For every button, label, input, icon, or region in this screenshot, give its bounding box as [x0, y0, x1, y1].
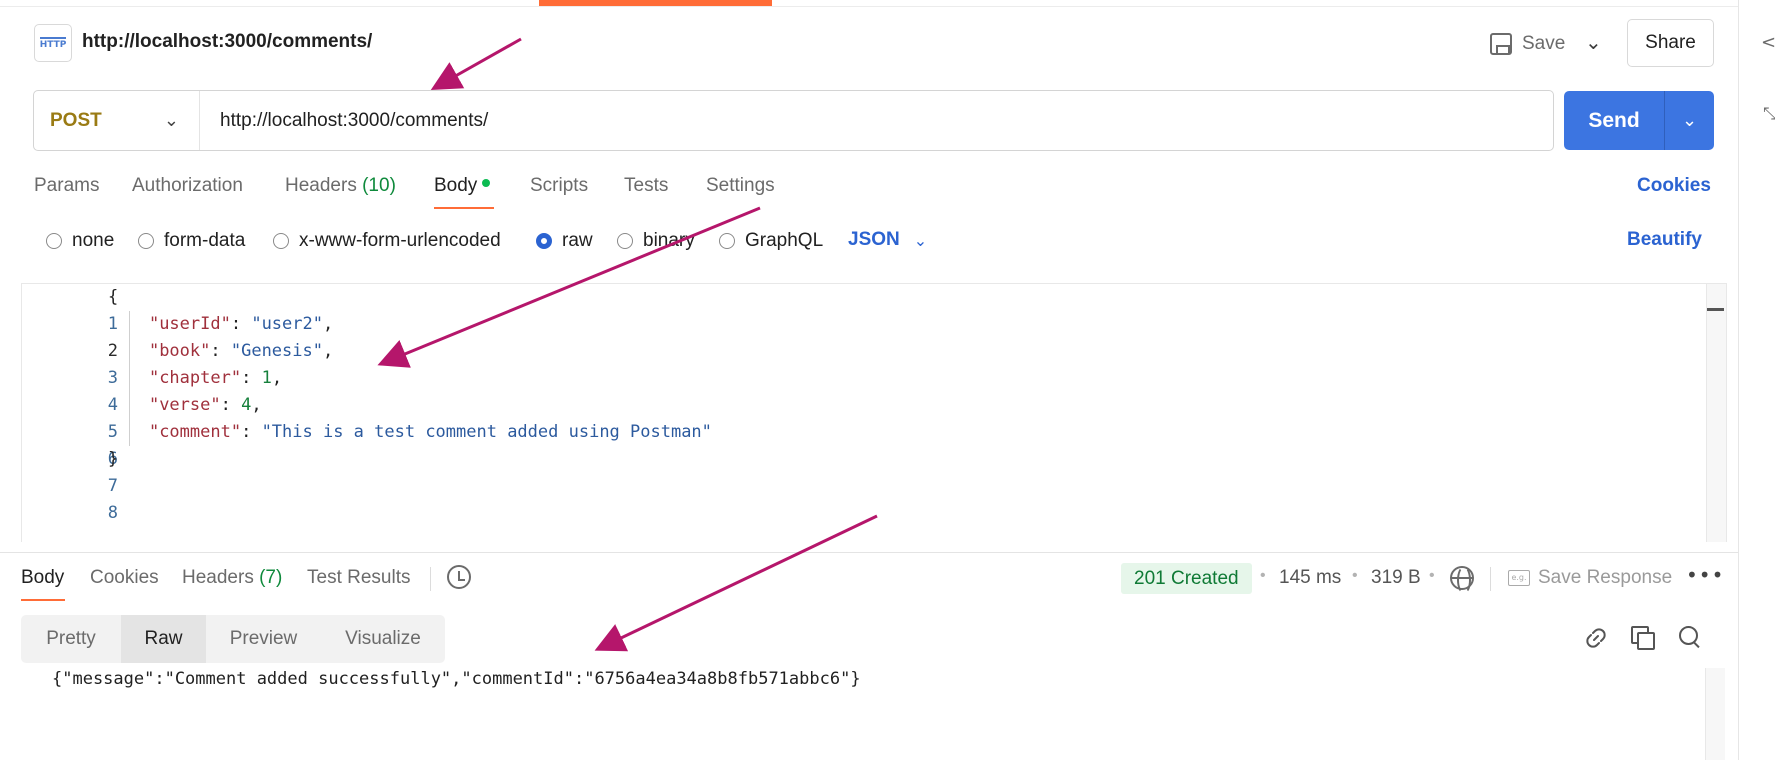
tab-tests[interactable]: Tests [624, 175, 668, 197]
status-badge[interactable]: 201 Created [1121, 563, 1252, 594]
response-body-underline [21, 599, 65, 601]
response-size[interactable]: 319 B [1371, 567, 1421, 589]
response-tab-body[interactable]: Body [21, 567, 64, 589]
meta-divider [1490, 567, 1491, 591]
copy-icon[interactable] [1631, 626, 1655, 650]
view-mode-pretty[interactable]: Pretty [21, 615, 121, 663]
code-line: 1 { [107, 287, 119, 334]
meta-separator: • [1429, 567, 1435, 584]
url-input[interactable] [200, 91, 1553, 150]
body-modified-dot [482, 178, 491, 187]
code-line: 3 "book": "Genesis", [107, 341, 334, 388]
share-button[interactable]: Share [1627, 19, 1714, 67]
save-button[interactable]: Save [1490, 27, 1565, 61]
radio-graphql[interactable]: GraphQL [719, 229, 823, 253]
response-tab-headers[interactable]: Headers (7) [182, 567, 282, 589]
view-mode-raw[interactable]: Raw [121, 615, 206, 663]
radio-urlencoded-circle [273, 233, 289, 249]
method-label: POST [50, 109, 102, 131]
tab-authorization[interactable]: Authorization [132, 175, 243, 197]
tab-scripts[interactable]: Scripts [530, 175, 588, 197]
code-line: 5 "verse": 4, [107, 395, 262, 442]
more-icon[interactable]: ••• [1686, 563, 1724, 587]
view-mode-switch: Pretty Raw Preview Visualize [21, 615, 445, 663]
globe-icon[interactable] [1450, 566, 1474, 594]
radio-raw-circle [536, 233, 552, 249]
url-bar: POST ⌄ [33, 90, 1554, 151]
right-sidebar: </ ⤡ [1738, 0, 1775, 760]
http-icon-label: HTTP [39, 36, 67, 50]
editor-scrollbar[interactable] [1706, 284, 1726, 542]
http-icon: HTTP [34, 24, 72, 62]
response-tab-test-results[interactable]: Test Results [307, 567, 410, 589]
response-divider[interactable] [0, 552, 1738, 553]
save-response-button[interactable]: e.g. Save Response [1508, 567, 1672, 589]
view-mode-preview[interactable]: Preview [206, 615, 321, 663]
save-response-icon: e.g. [1508, 570, 1530, 586]
body-editor[interactable]: 1 { 2 "userId": "user2", 3 "book": "Gene… [21, 283, 1727, 542]
annotation-arrow-url [430, 37, 522, 90]
tab-separator [430, 567, 431, 591]
save-response-label: Save Response [1538, 567, 1673, 588]
radio-none[interactable]: none [46, 229, 114, 253]
radio-form-data-circle [138, 233, 154, 249]
response-body-text[interactable]: {"message":"Comment added successfully",… [52, 669, 861, 689]
format-chevron-down-icon: ⌄ [913, 230, 928, 250]
meta-separator: • [1352, 567, 1358, 584]
code-line: 8 [107, 503, 118, 523]
save-icon [1490, 33, 1512, 55]
history-icon[interactable] [447, 565, 471, 589]
beautify-button[interactable]: Beautify [1627, 229, 1702, 251]
send-label: Send [1564, 91, 1665, 150]
method-chevron-down-icon: ⌄ [163, 110, 179, 131]
radio-graphql-circle [719, 233, 735, 249]
body-tab-underline [434, 207, 494, 209]
headers-count: (10) [362, 175, 396, 196]
response-tab-cookies[interactable]: Cookies [90, 567, 159, 589]
radio-none-circle [46, 233, 62, 249]
collapse-icon[interactable]: ⤡ [1763, 104, 1775, 124]
editor-scroll-marker [1707, 308, 1724, 311]
tab-headers[interactable]: Headers (10) [285, 175, 396, 197]
response-scrollbar[interactable] [1705, 668, 1725, 760]
method-select[interactable]: POST ⌄ [34, 91, 200, 150]
tab-params[interactable]: Params [34, 175, 99, 197]
format-label: JSON [848, 229, 900, 250]
code-line: 6 "comment": "This is a test comment add… [107, 422, 712, 469]
tab-settings[interactable]: Settings [706, 175, 775, 197]
save-options-chevron-down-icon[interactable]: ⌄ [1585, 30, 1602, 54]
send-options-chevron-down-icon[interactable]: ⌄ [1665, 110, 1714, 131]
radio-binary[interactable]: binary [617, 229, 695, 253]
code-icon[interactable]: </ [1761, 32, 1775, 53]
tab-body[interactable]: Body [434, 175, 491, 197]
code-line: 7 } [107, 449, 119, 496]
response-time[interactable]: 145 ms [1279, 567, 1341, 589]
radio-form-data[interactable]: form-data [138, 229, 245, 253]
request-title[interactable]: http://localhost:3000/comments/ [82, 31, 372, 53]
response-headers-count: (7) [259, 567, 283, 588]
radio-x-www-form-urlencoded[interactable]: x-www-form-urlencoded [273, 229, 501, 253]
code-line: 2 "userId": "user2", [107, 314, 334, 361]
meta-separator: • [1260, 567, 1266, 584]
cookies-link[interactable]: Cookies [1637, 175, 1711, 197]
radio-raw[interactable]: raw [536, 229, 593, 253]
radio-binary-circle [617, 233, 633, 249]
send-button[interactable]: Send ⌄ [1564, 91, 1714, 150]
code-line: 4 "chapter": 1, [107, 368, 283, 415]
link-icon[interactable] [1584, 626, 1608, 650]
top-divider [0, 6, 1738, 7]
format-select[interactable]: JSON ⌄ [848, 229, 927, 251]
view-mode-visualize[interactable]: Visualize [321, 615, 445, 663]
search-icon[interactable] [1679, 626, 1701, 648]
save-label: Save [1522, 33, 1566, 54]
